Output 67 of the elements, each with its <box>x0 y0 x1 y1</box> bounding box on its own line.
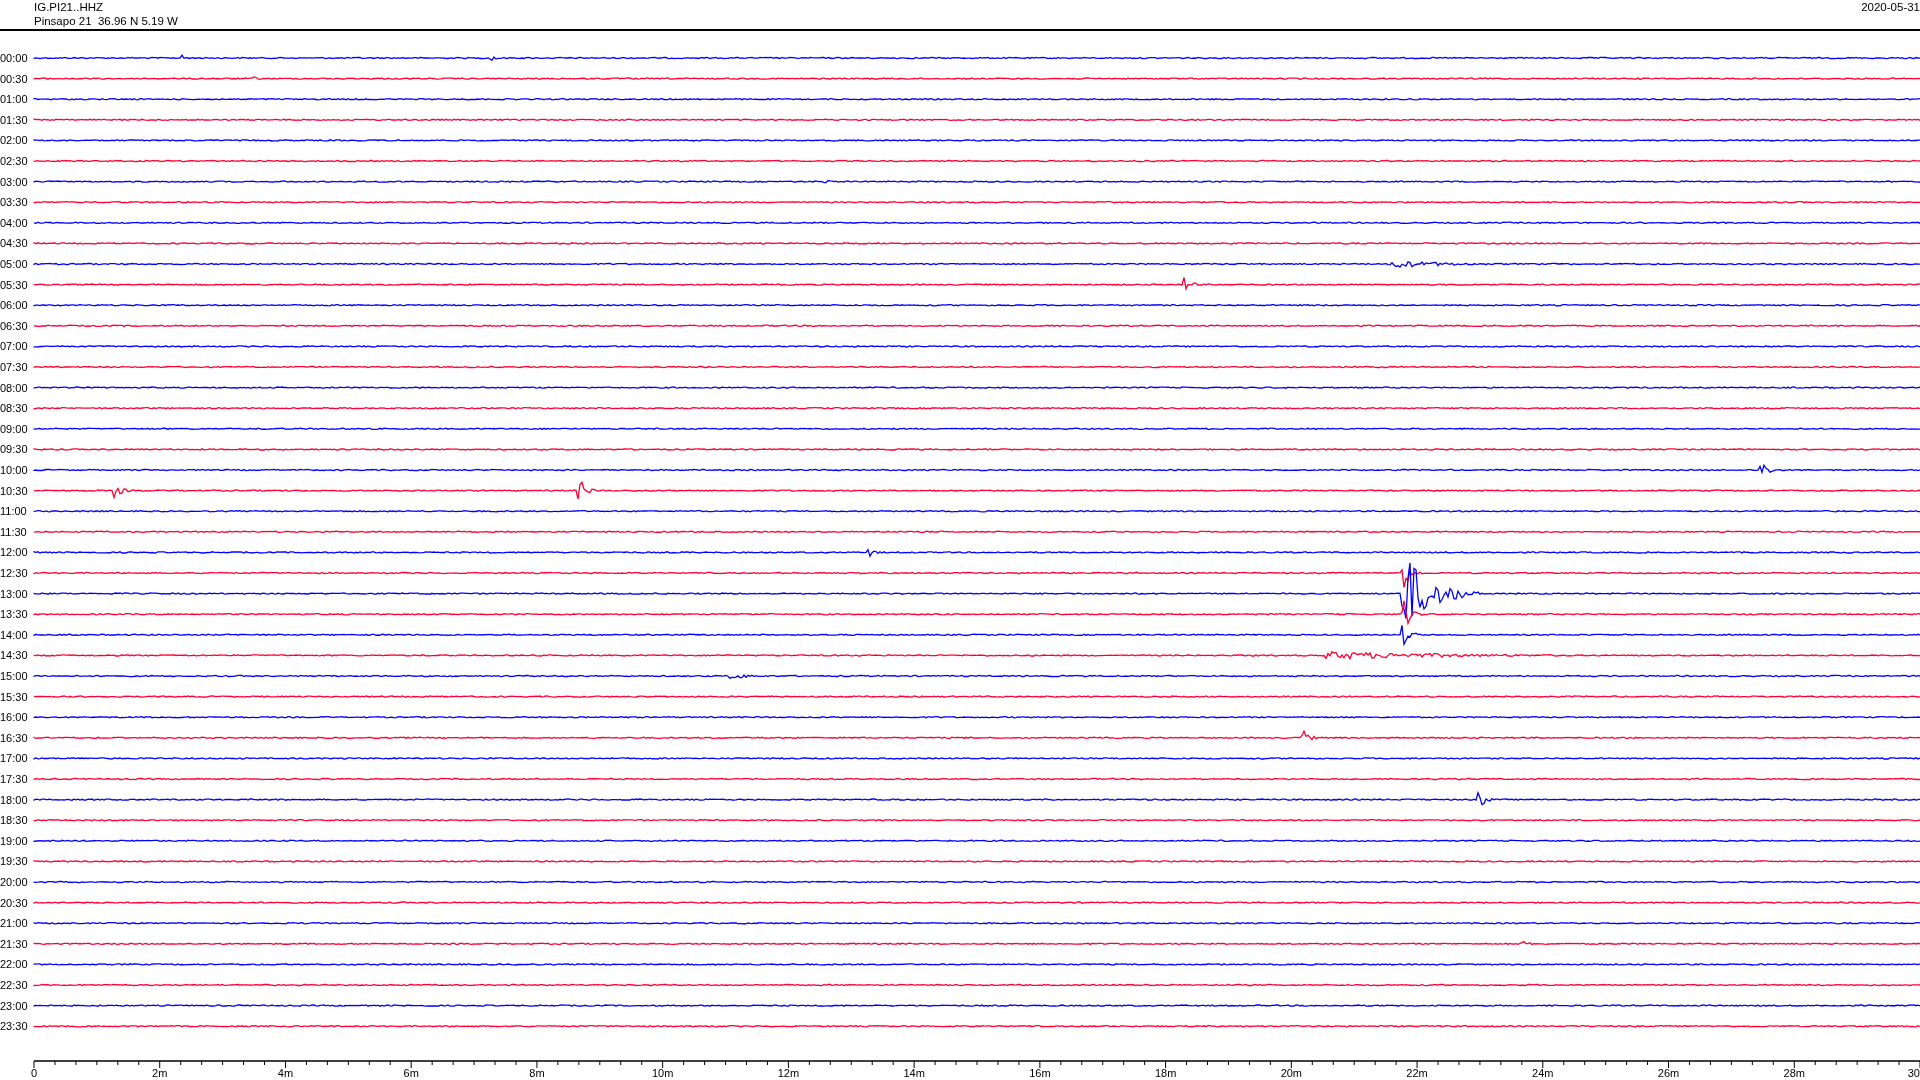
time-label: 00:30 <box>0 72 28 85</box>
time-label: 18:30 <box>0 814 28 827</box>
time-label: 12:30 <box>0 567 28 579</box>
time-label: 11:30 <box>0 525 27 538</box>
time-label: 00:00 <box>0 52 28 64</box>
time-label: 07:30 <box>0 361 28 373</box>
axis-tick-label: 20m <box>1280 1067 1303 1078</box>
time-label: 08:30 <box>0 402 28 415</box>
time-label: 05:00 <box>0 258 28 270</box>
time-label: 06:00 <box>0 299 28 312</box>
time-label: 17:00 <box>0 752 28 765</box>
station-info: Pinsapo 21 36.96 N 5.19 W <box>34 14 178 28</box>
axis-tick-label: 4m <box>277 1067 294 1078</box>
time-label: 22:30 <box>0 979 28 991</box>
time-label: 03:00 <box>0 175 28 188</box>
time-label: 20:30 <box>0 896 28 909</box>
axis-tick-label: 26m <box>1657 1067 1680 1078</box>
time-label: 04:00 <box>0 216 28 229</box>
time-label: 03:30 <box>0 196 28 209</box>
plot-date: 2020-05-31 <box>1861 0 1920 14</box>
time-label: 11:00 <box>0 505 27 518</box>
time-label: 12:00 <box>0 546 28 559</box>
axis-tick-label: 14m <box>903 1067 925 1078</box>
time-label: 21:30 <box>0 937 28 950</box>
time-label: 19:30 <box>0 855 28 868</box>
axis-tick-label: 22m <box>1406 1067 1428 1078</box>
axis-tick-label: 28m <box>1783 1067 1805 1078</box>
time-label: 10:30 <box>0 484 28 497</box>
time-label: 15:00 <box>0 670 28 682</box>
time-label: 01:30 <box>0 113 28 126</box>
time-label: 10:00 <box>0 464 28 476</box>
time-label: 14:30 <box>0 649 28 662</box>
time-label: 20:00 <box>0 876 28 888</box>
axis-tick-label: 18m <box>1154 1067 1177 1078</box>
time-label: 15:30 <box>0 690 28 703</box>
time-label: 04:30 <box>0 237 28 250</box>
time-label: 22:00 <box>0 958 28 971</box>
channel-code: IG.PI21..HHZ <box>34 0 104 14</box>
axis-tick-label: 12m <box>777 1067 800 1078</box>
axis-tick-label: 8m <box>529 1067 545 1078</box>
time-label: 02:30 <box>0 155 28 167</box>
axis-tick-label: 16m <box>1029 1067 1051 1078</box>
axis-tick-label: 30 <box>1907 1067 1920 1078</box>
axis-tick-label: 6m <box>403 1067 419 1078</box>
time-label: 13:00 <box>0 587 28 600</box>
time-label: 16:30 <box>0 731 28 744</box>
time-label: 21:00 <box>0 917 28 930</box>
time-label: 05:30 <box>0 278 28 291</box>
time-label: 19:00 <box>0 834 28 847</box>
time-label: 23:00 <box>0 999 28 1012</box>
time-label: 18:00 <box>0 793 28 806</box>
axis-tick-label: 10m <box>651 1067 674 1078</box>
time-label: 16:00 <box>0 711 28 724</box>
time-label: 08:00 <box>0 381 28 394</box>
axis-tick-label: 0 <box>31 1067 38 1078</box>
time-label: 17:30 <box>0 773 28 785</box>
time-label: 01:00 <box>0 93 28 106</box>
time-label: 14:00 <box>0 628 28 641</box>
time-label: 07:00 <box>0 340 28 353</box>
time-label: 09:30 <box>0 443 28 456</box>
axis-tick-label: 24m <box>1532 1067 1554 1078</box>
time-label: 02:00 <box>0 134 28 147</box>
time-label: 09:00 <box>0 422 28 435</box>
time-label: 13:30 <box>0 608 28 621</box>
axis-tick-label: 2m <box>152 1067 168 1078</box>
time-label: 06:30 <box>0 319 28 332</box>
time-label: 23:30 <box>0 1020 28 1033</box>
